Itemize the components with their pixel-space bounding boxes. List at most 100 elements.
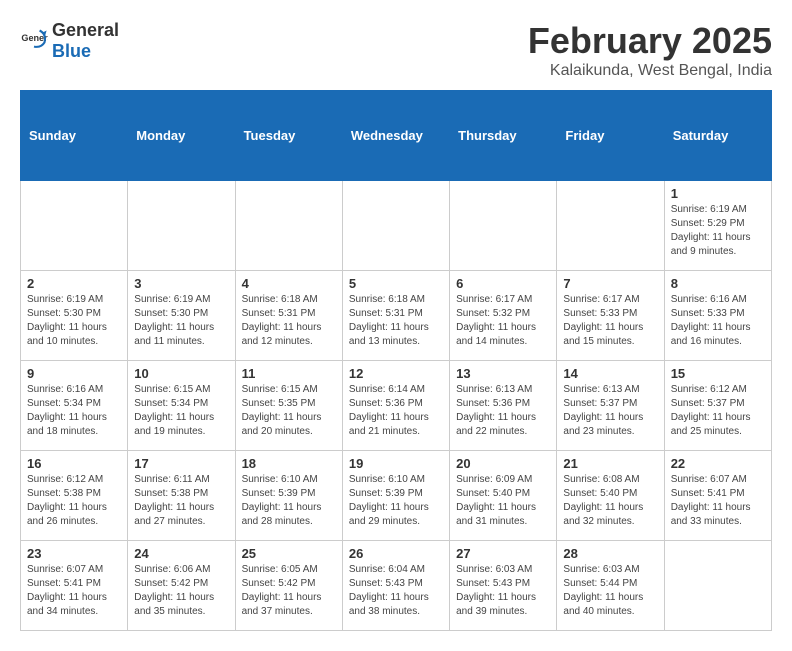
day-number: 4 bbox=[242, 276, 336, 291]
day-info: Sunrise: 6:12 AM Sunset: 5:38 PM Dayligh… bbox=[27, 473, 121, 529]
day-number: 25 bbox=[242, 546, 336, 561]
calendar-cell: 7 Sunrise: 6:17 AM Sunset: 5:33 PM Daylig… bbox=[557, 271, 664, 361]
day-info: Sunrise: 6:13 AM Sunset: 5:37 PM Dayligh… bbox=[563, 383, 657, 439]
calendar-cell bbox=[128, 181, 235, 271]
day-info: Sunrise: 6:19 AM Sunset: 5:30 PM Dayligh… bbox=[134, 293, 228, 349]
calendar-cell: 9 Sunrise: 6:16 AM Sunset: 5:34 PM Daylig… bbox=[21, 361, 128, 451]
logo-icon: General bbox=[20, 27, 48, 55]
day-info: Sunrise: 6:03 AM Sunset: 5:44 PM Dayligh… bbox=[563, 563, 657, 619]
week-row-2: 2 Sunrise: 6:19 AM Sunset: 5:30 PM Daylig… bbox=[21, 271, 772, 361]
calendar-cell: 2 Sunrise: 6:19 AM Sunset: 5:30 PM Daylig… bbox=[21, 271, 128, 361]
day-info: Sunrise: 6:16 AM Sunset: 5:34 PM Dayligh… bbox=[27, 383, 121, 439]
calendar-cell: 21 Sunrise: 6:08 AM Sunset: 5:40 PM Dayli… bbox=[557, 451, 664, 541]
day-number: 6 bbox=[456, 276, 550, 291]
calendar-cell: 15 Sunrise: 6:12 AM Sunset: 5:37 PM Dayli… bbox=[664, 361, 771, 451]
day-info: Sunrise: 6:10 AM Sunset: 5:39 PM Dayligh… bbox=[349, 473, 443, 529]
calendar-cell: 10 Sunrise: 6:15 AM Sunset: 5:34 PM Dayli… bbox=[128, 361, 235, 451]
calendar-cell bbox=[450, 181, 557, 271]
calendar-cell bbox=[21, 181, 128, 271]
calendar-cell bbox=[235, 181, 342, 271]
day-info: Sunrise: 6:10 AM Sunset: 5:39 PM Dayligh… bbox=[242, 473, 336, 529]
calendar-cell: 23 Sunrise: 6:07 AM Sunset: 5:41 PM Dayli… bbox=[21, 541, 128, 631]
day-info: Sunrise: 6:16 AM Sunset: 5:33 PM Dayligh… bbox=[671, 293, 765, 349]
calendar-cell: 24 Sunrise: 6:06 AM Sunset: 5:42 PM Dayli… bbox=[128, 541, 235, 631]
day-info: Sunrise: 6:15 AM Sunset: 5:34 PM Dayligh… bbox=[134, 383, 228, 439]
day-number: 5 bbox=[349, 276, 443, 291]
calendar-cell: 3 Sunrise: 6:19 AM Sunset: 5:30 PM Daylig… bbox=[128, 271, 235, 361]
day-number: 2 bbox=[27, 276, 121, 291]
day-number: 19 bbox=[349, 456, 443, 471]
logo-general-text: General bbox=[52, 20, 119, 40]
calendar-title: February 2025 bbox=[528, 20, 772, 62]
logo-blue-text: Blue bbox=[52, 41, 91, 61]
calendar-cell: 13 Sunrise: 6:13 AM Sunset: 5:36 PM Dayli… bbox=[450, 361, 557, 451]
logo: General General Blue bbox=[20, 20, 119, 62]
calendar-cell: 6 Sunrise: 6:17 AM Sunset: 5:32 PM Daylig… bbox=[450, 271, 557, 361]
day-number: 7 bbox=[563, 276, 657, 291]
week-row-5: 23 Sunrise: 6:07 AM Sunset: 5:41 PM Dayli… bbox=[21, 541, 772, 631]
day-number: 15 bbox=[671, 366, 765, 381]
day-info: Sunrise: 6:08 AM Sunset: 5:40 PM Dayligh… bbox=[563, 473, 657, 529]
day-number: 16 bbox=[27, 456, 121, 471]
day-number: 10 bbox=[134, 366, 228, 381]
calendar-cell: 1 Sunrise: 6:19 AM Sunset: 5:29 PM Daylig… bbox=[664, 181, 771, 271]
calendar-cell bbox=[557, 181, 664, 271]
day-number: 21 bbox=[563, 456, 657, 471]
calendar-cell: 16 Sunrise: 6:12 AM Sunset: 5:38 PM Dayli… bbox=[21, 451, 128, 541]
calendar-cell: 18Sunrise: 6:10 AM Sunset: 5:39 PM Dayli… bbox=[235, 451, 342, 541]
day-number: 9 bbox=[27, 366, 121, 381]
day-info: Sunrise: 6:17 AM Sunset: 5:32 PM Dayligh… bbox=[456, 293, 550, 349]
day-number: 27 bbox=[456, 546, 550, 561]
day-info: Sunrise: 6:15 AM Sunset: 5:35 PM Dayligh… bbox=[242, 383, 336, 439]
weekday-header-saturday: Saturday bbox=[664, 91, 771, 181]
weekday-header-sunday: Sunday bbox=[21, 91, 128, 181]
calendar-cell bbox=[342, 181, 449, 271]
calendar-cell: 25Sunrise: 6:05 AM Sunset: 5:42 PM Dayli… bbox=[235, 541, 342, 631]
calendar-cell: 11Sunrise: 6:15 AM Sunset: 5:35 PM Dayli… bbox=[235, 361, 342, 451]
calendar-cell: 14 Sunrise: 6:13 AM Sunset: 5:37 PM Dayli… bbox=[557, 361, 664, 451]
day-info: Sunrise: 6:19 AM Sunset: 5:30 PM Dayligh… bbox=[27, 293, 121, 349]
day-number: 17 bbox=[134, 456, 228, 471]
day-number: 20 bbox=[456, 456, 550, 471]
day-number: 24 bbox=[134, 546, 228, 561]
day-number: 3 bbox=[134, 276, 228, 291]
calendar-cell: 19 Sunrise: 6:10 AM Sunset: 5:39 PM Dayli… bbox=[342, 451, 449, 541]
day-info: Sunrise: 6:17 AM Sunset: 5:33 PM Dayligh… bbox=[563, 293, 657, 349]
weekday-header-wednesday: Wednesday bbox=[342, 91, 449, 181]
calendar-cell: 26Sunrise: 6:04 AM Sunset: 5:43 PM Dayli… bbox=[342, 541, 449, 631]
day-info: Sunrise: 6:09 AM Sunset: 5:40 PM Dayligh… bbox=[456, 473, 550, 529]
day-number: 28 bbox=[563, 546, 657, 561]
day-number: 12 bbox=[349, 366, 443, 381]
week-row-4: 16 Sunrise: 6:12 AM Sunset: 5:38 PM Dayli… bbox=[21, 451, 772, 541]
day-info: Sunrise: 6:07 AM Sunset: 5:41 PM Dayligh… bbox=[671, 473, 765, 529]
day-number: 1 bbox=[671, 186, 765, 201]
calendar-table: SundayMondayTuesdayWednesdayThursdayFrid… bbox=[20, 90, 772, 631]
weekday-header-tuesday: Tuesday bbox=[235, 91, 342, 181]
calendar-cell: 28 Sunrise: 6:03 AM Sunset: 5:44 PM Dayli… bbox=[557, 541, 664, 631]
day-info: Sunrise: 6:07 AM Sunset: 5:41 PM Dayligh… bbox=[27, 563, 121, 619]
day-info: Sunrise: 6:12 AM Sunset: 5:37 PM Dayligh… bbox=[671, 383, 765, 439]
calendar-cell: 20 Sunrise: 6:09 AM Sunset: 5:40 PM Dayli… bbox=[450, 451, 557, 541]
day-info: Sunrise: 6:18 AM Sunset: 5:31 PM Dayligh… bbox=[349, 293, 443, 349]
day-info: Sunrise: 6:11 AM Sunset: 5:38 PM Dayligh… bbox=[134, 473, 228, 529]
day-info: Sunrise: 6:03 AM Sunset: 5:43 PM Dayligh… bbox=[456, 563, 550, 619]
day-number: 14 bbox=[563, 366, 657, 381]
day-number: 13 bbox=[456, 366, 550, 381]
calendar-cell bbox=[664, 541, 771, 631]
calendar-cell: 22Sunrise: 6:07 AM Sunset: 5:41 PM Dayli… bbox=[664, 451, 771, 541]
calendar-cell: 17 Sunrise: 6:11 AM Sunset: 5:38 PM Dayli… bbox=[128, 451, 235, 541]
page-header: General General Blue February 2025 Kalai… bbox=[20, 20, 772, 80]
day-number: 26 bbox=[349, 546, 443, 561]
week-row-1: 1 Sunrise: 6:19 AM Sunset: 5:29 PM Daylig… bbox=[21, 181, 772, 271]
calendar-cell: 8Sunrise: 6:16 AM Sunset: 5:33 PM Daylig… bbox=[664, 271, 771, 361]
calendar-cell: 27 Sunrise: 6:03 AM Sunset: 5:43 PM Dayli… bbox=[450, 541, 557, 631]
day-info: Sunrise: 6:06 AM Sunset: 5:42 PM Dayligh… bbox=[134, 563, 228, 619]
day-info: Sunrise: 6:14 AM Sunset: 5:36 PM Dayligh… bbox=[349, 383, 443, 439]
day-info: Sunrise: 6:19 AM Sunset: 5:29 PM Dayligh… bbox=[671, 203, 765, 259]
day-info: Sunrise: 6:13 AM Sunset: 5:36 PM Dayligh… bbox=[456, 383, 550, 439]
day-info: Sunrise: 6:18 AM Sunset: 5:31 PM Dayligh… bbox=[242, 293, 336, 349]
calendar-subtitle: Kalaikunda, West Bengal, India bbox=[528, 62, 772, 80]
weekday-header-monday: Monday bbox=[128, 91, 235, 181]
day-number: 23 bbox=[27, 546, 121, 561]
calendar-cell: 5 Sunrise: 6:18 AM Sunset: 5:31 PM Daylig… bbox=[342, 271, 449, 361]
